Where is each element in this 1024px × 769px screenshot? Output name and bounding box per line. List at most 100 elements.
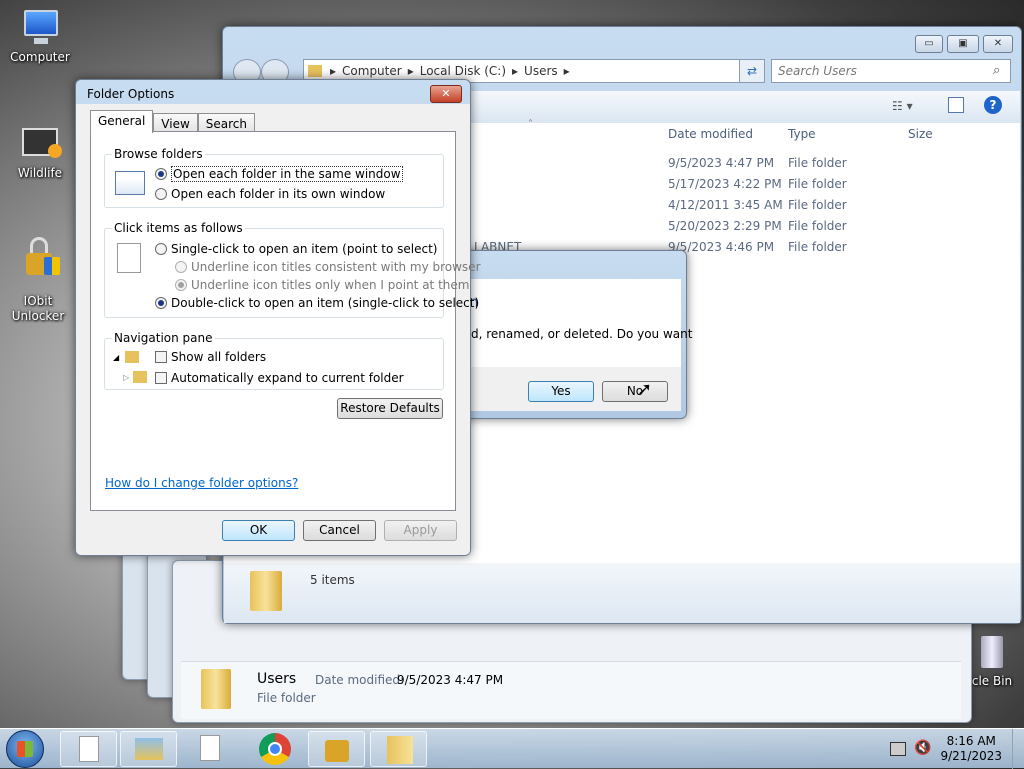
- recycle-bin-icon: [977, 632, 1007, 672]
- network-icon[interactable]: [890, 742, 906, 756]
- search-icon: ⌕: [993, 63, 1001, 78]
- column-size[interactable]: Size: [908, 127, 933, 141]
- checkbox-auto-expand[interactable]: Automatically expand to current folder: [155, 371, 404, 385]
- taskbar-item-explorer[interactable]: [120, 731, 177, 767]
- radio-same-window[interactable]: Open each folder in the same window: [155, 166, 403, 182]
- dialog-body: General View Search Browse folders Open …: [76, 104, 481, 555]
- folder-icon: [201, 669, 231, 709]
- unlocker-icon: [16, 237, 60, 277]
- desktop-icon-wildlife[interactable]: Wildlife: [2, 124, 78, 181]
- breadcrumb-separator: ▸: [563, 64, 570, 78]
- column-type[interactable]: Type: [788, 127, 816, 141]
- radio-underline-point[interactable]: Underline icon titles only when I point …: [175, 278, 469, 292]
- folder-icon: [308, 65, 322, 77]
- taskbar-item-unlocker[interactable]: [308, 731, 365, 767]
- start-button[interactable]: [6, 730, 44, 768]
- volume-muted-icon[interactable]: 🔇: [914, 740, 931, 756]
- desktop-icon-label: IObit Unlocker: [11, 294, 65, 323]
- breadcrumb-separator: ▸: [407, 64, 414, 78]
- restore-defaults-button[interactable]: Restore Defaults: [337, 398, 443, 419]
- apply-button[interactable]: Apply: [384, 520, 457, 541]
- document-icon: [117, 243, 141, 273]
- click-items-group: Click items as follows Single-click to o…: [104, 221, 481, 318]
- desktop-icon-label: Computer: [10, 50, 70, 64]
- radio-double-click[interactable]: Double-click to open an item (single-cli…: [155, 296, 479, 310]
- radio-own-window[interactable]: Open each folder in its own window: [155, 187, 385, 201]
- dialog-title: Folder Options: [87, 87, 175, 101]
- maximize-button[interactable]: ▣: [947, 35, 979, 53]
- refresh-button[interactable]: ⇄: [739, 59, 765, 83]
- dialog-message: d, renamed, or deleted. Do you want: [471, 327, 693, 341]
- show-desktop-button[interactable]: [1012, 729, 1024, 769]
- breadcrumb-computer[interactable]: Computer: [342, 64, 402, 78]
- tab-general[interactable]: General: [90, 110, 154, 133]
- details-name: Users: [257, 671, 297, 687]
- group-title: Browse folders: [112, 147, 205, 161]
- collapse-arrow-icon: ▷: [123, 373, 130, 382]
- computer-icon: [18, 8, 62, 48]
- close-button[interactable]: ✕: [983, 35, 1013, 53]
- details-modified-label: Date modified:: [315, 673, 405, 687]
- close-button[interactable]: ✕: [430, 85, 462, 103]
- folder-options-dialog: Folder Options ✕ General View Search Bro…: [75, 79, 481, 556]
- general-panel: Browse folders Open each folder in the s…: [90, 131, 481, 511]
- column-date-modified[interactable]: Date modified: [668, 127, 753, 141]
- search-input[interactable]: Search Users: [771, 59, 1011, 83]
- taskbar-item-folder-options[interactable]: [370, 731, 427, 767]
- radio-checked: [155, 168, 167, 180]
- folder-icon: [125, 351, 139, 363]
- radio-underline-browser[interactable]: Underline icon titles consistent with my…: [175, 260, 481, 274]
- minimize-button[interactable]: ▭: [915, 35, 943, 53]
- help-link[interactable]: How do I change folder options?: [105, 476, 298, 490]
- unlocker-icon: [325, 740, 349, 762]
- view-options-icon[interactable]: ☷ ▾: [892, 99, 913, 113]
- mouse-pointer-icon: ➚: [637, 379, 653, 400]
- clock-time: 8:16 AM: [946, 734, 996, 748]
- preview-pane-icon[interactable]: [948, 97, 964, 113]
- folder-icon: [250, 571, 282, 611]
- desktop-icon-label: cle Bin: [971, 674, 1013, 688]
- folder-options-icon: [387, 736, 413, 764]
- chrome-icon: [259, 733, 291, 765]
- taskbar: 🔇 8:16 AM 9/21/2023: [0, 728, 1024, 769]
- item-count: 5 items: [310, 573, 355, 587]
- breadcrumb-separator: ▸: [330, 64, 337, 78]
- yes-button[interactable]: Yes: [528, 381, 594, 402]
- taskbar-item-document[interactable]: [60, 731, 117, 767]
- breadcrumb-users[interactable]: Users: [524, 64, 558, 78]
- cancel-button[interactable]: Cancel: [303, 520, 376, 541]
- checkbox-show-all-folders[interactable]: Show all folders: [155, 350, 266, 364]
- video-file-icon: [18, 124, 62, 164]
- breadcrumb-separator: ▸: [512, 64, 519, 78]
- desktop-icon-computer[interactable]: Computer: [2, 8, 78, 65]
- ok-button[interactable]: OK: [222, 520, 295, 541]
- tab-view[interactable]: View: [153, 113, 198, 132]
- window-icon: [115, 171, 145, 195]
- status-bar: 5 items: [224, 563, 1020, 623]
- taskbar-item-notepad[interactable]: [180, 731, 237, 767]
- details-type: File folder: [257, 691, 316, 705]
- browse-folders-group: Browse folders Open each folder in the s…: [104, 147, 444, 208]
- radio-single-click[interactable]: Single-click to open an item (point to s…: [155, 242, 437, 256]
- document-icon: [79, 736, 99, 762]
- document-icon: [200, 735, 220, 761]
- sort-arrow-icon: ˄: [528, 119, 533, 130]
- help-icon[interactable]: ?: [984, 96, 1002, 114]
- confirm-dialog: n d, renamed, or deleted. Do you want Ye…: [440, 250, 692, 419]
- folder-icon: [135, 738, 163, 760]
- tab-search[interactable]: Search: [197, 113, 256, 132]
- clock[interactable]: 8:16 AM 9/21/2023: [940, 734, 1002, 764]
- desktop-icon-iobit-unlocker[interactable]: IObit Unlocker: [0, 222, 76, 324]
- navigation-pane-group: Navigation pane ◢ ▷ Show all folders Aut…: [104, 331, 444, 390]
- group-title: Click items as follows: [112, 221, 245, 235]
- group-title: Navigation pane: [112, 331, 215, 345]
- clock-date: 9/21/2023: [940, 749, 1002, 763]
- breadcrumb-local-disk[interactable]: Local Disk (C:): [420, 64, 506, 78]
- no-button[interactable]: No: [602, 381, 668, 402]
- folder-icon: [133, 371, 147, 383]
- expand-arrow-icon: ◢: [113, 353, 120, 362]
- taskbar-item-chrome[interactable]: [245, 731, 302, 767]
- windows-logo-icon: [17, 741, 33, 757]
- desktop-icon-label: Wildlife: [17, 166, 63, 180]
- details-modified-value: 9/5/2023 4:47 PM: [397, 673, 504, 687]
